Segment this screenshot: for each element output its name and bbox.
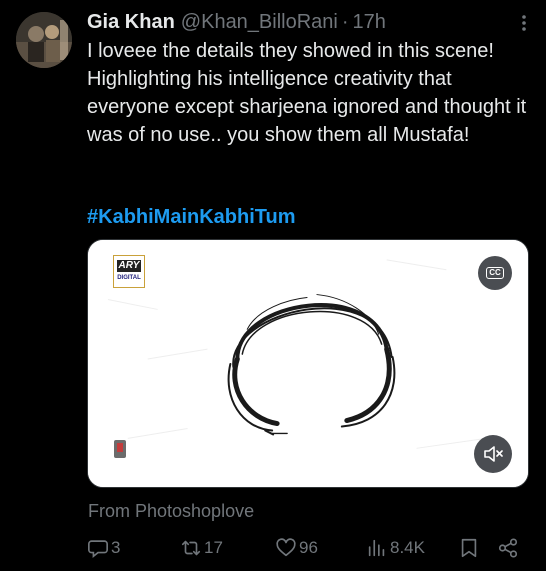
display-name[interactable]: Gia Khan xyxy=(87,11,175,34)
avatar[interactable] xyxy=(16,12,72,68)
user-handle[interactable]: @Khan_BilloRani xyxy=(181,11,338,34)
like-count: 96 xyxy=(299,538,318,557)
video-frame xyxy=(88,240,528,487)
repost-arrows-icon xyxy=(181,540,201,556)
tweet-text: I loveee the details they showed in this… xyxy=(87,40,532,146)
heart-icon xyxy=(276,538,296,557)
share-button[interactable] xyxy=(497,534,519,562)
bookmark-icon xyxy=(461,538,477,558)
reply-button[interactable]: 3 xyxy=(87,534,120,562)
media-attribution[interactable]: From Photoshoplove xyxy=(88,501,254,522)
logo-bottom-text: DIGITAL xyxy=(117,275,141,281)
repost-button[interactable]: 17 xyxy=(180,534,223,562)
channel-logo: ARY DIGITAL xyxy=(113,255,145,288)
closed-captions-button[interactable]: CC xyxy=(478,256,512,290)
separator: · xyxy=(341,10,349,33)
reply-count: 3 xyxy=(111,538,121,557)
repost-count: 17 xyxy=(204,538,223,557)
views-button[interactable]: 8.4K xyxy=(366,534,425,562)
mute-button[interactable] xyxy=(474,435,512,473)
video-player[interactable]: ARY DIGITAL CC xyxy=(87,239,529,488)
closed-captions-icon: CC xyxy=(486,267,504,279)
share-icon xyxy=(498,538,518,558)
views-count: 8.4K xyxy=(390,538,425,557)
logo-top-text: ARY xyxy=(116,260,142,272)
speaker-muted-icon xyxy=(484,446,503,462)
action-bar: 3 17 96 8.4K xyxy=(87,534,527,562)
bookmark-button[interactable] xyxy=(458,534,480,562)
like-button[interactable]: 96 xyxy=(275,534,318,562)
more-options-button[interactable] xyxy=(516,12,532,34)
timestamp[interactable]: 17h xyxy=(353,11,386,34)
more-vertical-icon xyxy=(522,15,526,31)
watermark-icon xyxy=(114,440,126,458)
tweet-header: Gia Khan @Khan_BilloRani · 17h xyxy=(87,9,530,35)
speech-bubble-icon xyxy=(88,540,108,558)
bar-chart-icon xyxy=(368,539,385,557)
hashtag-link[interactable]: #KabhiMainKabhiTum xyxy=(87,203,296,231)
